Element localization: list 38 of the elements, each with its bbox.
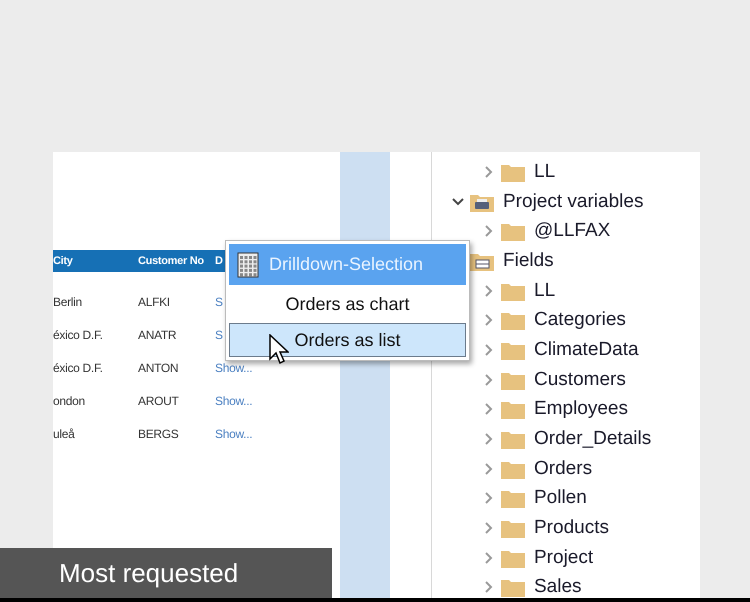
show-link[interactable]: S bbox=[215, 328, 223, 342]
tree-item[interactable]: LL bbox=[534, 280, 556, 302]
tree-item[interactable]: Sales bbox=[534, 576, 582, 598]
tree-item[interactable]: Pollen bbox=[534, 487, 587, 510]
table-cell-text: ANATR bbox=[138, 328, 178, 342]
show-link[interactable]: S bbox=[215, 295, 223, 309]
table-cell-text: ALFKI bbox=[138, 295, 171, 309]
column-header[interactable]: City bbox=[53, 255, 138, 267]
menu-item[interactable]: Orders as list bbox=[229, 323, 466, 357]
show-link[interactable]: Show... bbox=[215, 361, 252, 375]
table-cell-text: uleå bbox=[53, 427, 76, 441]
table-cell-text: éxico D.F. bbox=[53, 361, 104, 375]
tree-item[interactable]: LL bbox=[534, 160, 556, 183]
table-cell-text: ANTON bbox=[138, 361, 180, 375]
tree-item[interactable]: Fields bbox=[503, 250, 554, 272]
caption-text: Most requested bbox=[59, 558, 238, 588]
column-header[interactable]: Customer No bbox=[138, 255, 215, 267]
tree-item[interactable]: Project bbox=[534, 546, 594, 569]
table-cell-text: éxico D.F. bbox=[53, 328, 104, 342]
tree-item[interactable]: Orders bbox=[534, 458, 592, 480]
tree-item[interactable]: Customers bbox=[534, 368, 626, 391]
table-cell-text: ondon bbox=[53, 394, 86, 408]
menu-item[interactable]: Orders as chart bbox=[229, 287, 466, 321]
tree-item[interactable]: Project variables bbox=[503, 190, 644, 213]
tree-item[interactable]: ClimateData bbox=[534, 338, 639, 361]
grid-icon bbox=[237, 252, 259, 278]
table-cell-text: Berlin bbox=[53, 295, 83, 309]
tree-item[interactable]: Order_Details bbox=[534, 428, 652, 450]
tree-item[interactable]: Products bbox=[534, 517, 609, 540]
show-link[interactable]: Show... bbox=[215, 394, 252, 408]
show-link[interactable]: Show... bbox=[215, 427, 252, 441]
column-header[interactable]: D bbox=[215, 255, 223, 267]
table-cell-text: BERGS bbox=[138, 427, 180, 441]
menu-title: Drilldown-Selection bbox=[269, 254, 424, 275]
table-cell-text: AROUT bbox=[138, 394, 180, 408]
tree-item[interactable]: Categories bbox=[534, 309, 626, 332]
tree-item[interactable]: Employees bbox=[534, 398, 628, 420]
tree-item[interactable]: @LLFAX bbox=[534, 220, 610, 242]
